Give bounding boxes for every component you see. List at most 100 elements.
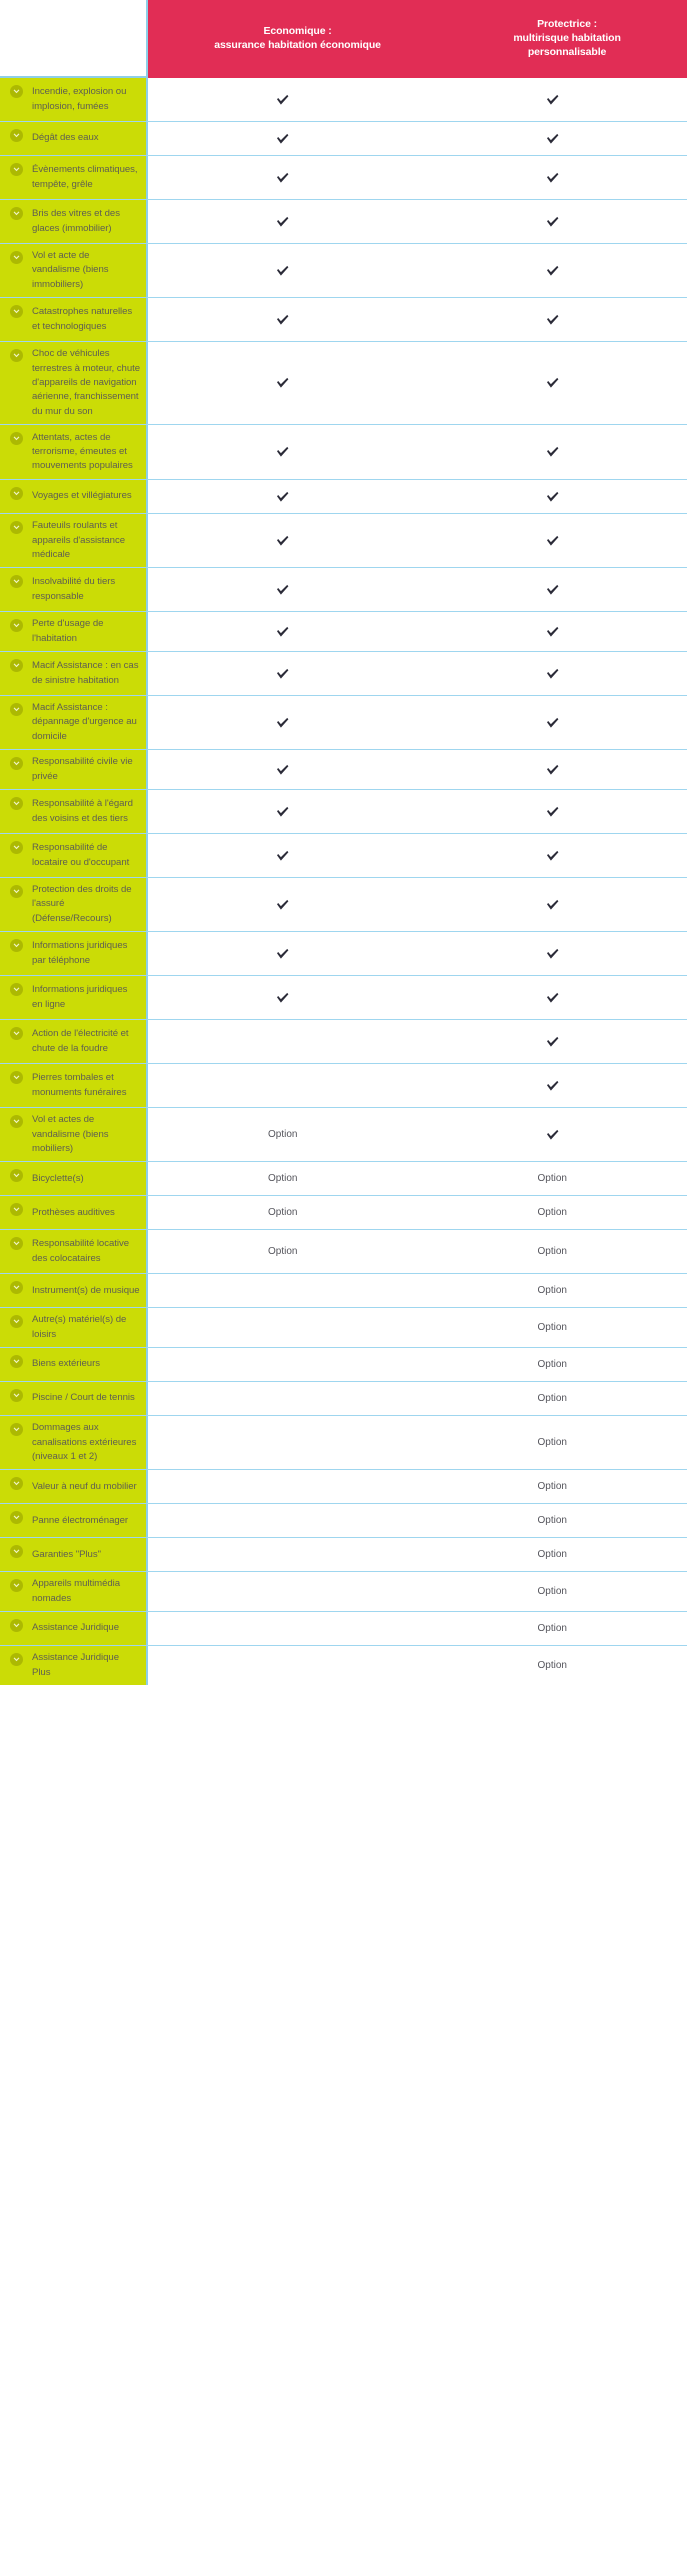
chevron-down-icon[interactable] [10,703,23,717]
guarantee-row-toggle[interactable]: Dégât des eaux [0,122,148,155]
chevron-down-icon[interactable] [10,1027,23,1041]
chevron-down-icon[interactable] [10,1579,23,1593]
guarantee-row-toggle[interactable]: Perte d'usage de l'habitation [0,612,148,652]
cell-economique [148,1470,418,1504]
option-label: Option [537,1246,567,1258]
cell-economique: Option [148,1230,418,1274]
guarantee-row-toggle[interactable]: Prothèses auditives [0,1196,148,1230]
guarantee-row-toggle[interactable]: Informations juridiques par téléphone [0,932,148,976]
table-row: Voyages et villégiatures [0,480,687,515]
cell-protectrice [417,612,687,652]
chevron-down-icon[interactable] [10,1477,23,1491]
guarantee-row-toggle[interactable]: Catastrophes naturelles et technologique… [0,298,148,342]
chevron-down-icon[interactable] [10,251,23,264]
guarantee-row-toggle[interactable]: Assistance Juridique [0,1612,148,1646]
cell-protectrice: Option [417,1196,687,1230]
chevron-down-icon[interactable] [10,1423,23,1437]
guarantee-label: Vol et acte de vandalisme (biens immobil… [32,250,109,290]
chevron-down-icon[interactable] [10,1355,23,1369]
option-label: Option [268,1207,298,1219]
guarantee-row-toggle[interactable]: Choc de véhicules terrestres à moteur, c… [0,342,148,425]
option-label: Option [537,1207,567,1219]
cell-economique [148,342,418,425]
guarantee-label: Insolvabilité du tiers responsable [32,576,116,602]
guarantee-row-toggle[interactable]: Macif Assistance : en cas de sinistre ha… [0,652,148,696]
guarantee-row-toggle[interactable]: Garanties "Plus" [0,1538,148,1572]
chevron-down-icon[interactable] [10,487,23,501]
guarantee-label: Pierres tombales et monuments funéraires [32,1072,127,1098]
check-mark-icon [546,899,559,911]
chevron-down-icon[interactable] [10,1511,23,1525]
guarantee-row-toggle[interactable]: Vol et actes de vandalisme (biens mobili… [0,1108,148,1162]
chevron-down-icon[interactable] [10,797,23,811]
chevron-down-icon[interactable] [10,85,23,98]
chevron-down-icon[interactable] [10,939,23,953]
chevron-down-icon[interactable] [10,163,23,176]
cell-protectrice [417,425,687,480]
table-row: Informations juridiques en ligne [0,976,687,1021]
guarantee-row-toggle[interactable]: Incendie, explosion ou implosion, fumées [0,78,148,121]
chevron-down-icon[interactable] [10,1071,23,1085]
guarantee-row-toggle[interactable]: Appareils multimédia nomades [0,1572,148,1612]
guarantee-row-toggle[interactable]: Évènements climatiques, tempête, grêle [0,156,148,199]
guarantee-row-toggle[interactable]: Bicyclette(s) [0,1162,148,1196]
chevron-down-icon[interactable] [10,619,23,633]
guarantee-row-toggle[interactable]: Bris des vitres et des glaces (immobilie… [0,200,148,243]
cell-economique [148,696,418,750]
guarantee-row-toggle[interactable]: Panne électroménager [0,1504,148,1538]
chevron-down-icon[interactable] [10,432,23,446]
table-row: Attentats, actes de terrorisme, émeutes … [0,425,687,481]
guarantee-row-toggle[interactable]: Responsabilité civile vie privée [0,750,148,790]
guarantee-row-toggle[interactable]: Instrument(s) de musique [0,1274,148,1308]
guarantee-row-toggle[interactable]: Voyages et villégiatures [0,480,148,514]
guarantee-row-toggle[interactable]: Protection des droits de l'assuré (Défen… [0,878,148,932]
chevron-down-icon[interactable] [10,1115,23,1129]
chevron-down-icon[interactable] [10,207,23,220]
cell-protectrice: Option [417,1646,687,1685]
guarantee-row-toggle[interactable]: Vol et acte de vandalisme (biens immobil… [0,244,148,298]
table-header-row: Economique : assurance habitation économ… [0,0,687,78]
chevron-down-icon[interactable] [10,1203,23,1217]
cell-economique [148,652,418,696]
chevron-down-icon[interactable] [10,129,23,142]
guarantee-row-toggle[interactable]: Macif Assistance : dépannage d'urgence a… [0,696,148,750]
guarantee-row-toggle[interactable]: Insolvabilité du tiers responsable [0,568,148,612]
chevron-down-icon[interactable] [10,983,23,997]
chevron-down-icon[interactable] [10,1237,23,1251]
chevron-down-icon[interactable] [10,1389,23,1403]
guarantee-row-toggle[interactable]: Valeur à neuf du mobilier [0,1470,148,1504]
guarantee-row-toggle[interactable]: Action de l'électricité et chute de la f… [0,1020,148,1064]
chevron-down-icon[interactable] [10,1653,23,1667]
guarantee-row-toggle[interactable]: Biens extérieurs [0,1348,148,1382]
chevron-down-icon[interactable] [10,1315,23,1329]
guarantee-row-toggle[interactable]: Responsabilité locative des colocataires [0,1230,148,1274]
chevron-down-icon[interactable] [10,1169,23,1183]
chevron-down-icon[interactable] [10,349,23,363]
chevron-down-icon[interactable] [10,1281,23,1295]
chevron-down-icon[interactable] [10,841,23,855]
guarantee-label: Macif Assistance : dépannage d'urgence a… [32,702,137,742]
guarantee-row-toggle[interactable]: Dommages aux canalisations extérieures (… [0,1416,148,1470]
guarantee-row-toggle[interactable]: Pierres tombales et monuments funéraires [0,1064,148,1108]
table-row: Garanties "Plus" Option [0,1538,687,1573]
chevron-down-icon[interactable] [10,1619,23,1633]
guarantee-label: Macif Assistance : en cas de sinistre ha… [32,660,139,686]
guarantee-label: Valeur à neuf du mobilier [32,1480,137,1492]
guarantee-row-toggle[interactable]: Piscine / Court de tennis [0,1382,148,1416]
guarantee-row-toggle[interactable]: Fauteuils roulants et appareils d'assist… [0,514,148,568]
guarantee-row-toggle[interactable]: Informations juridiques en ligne [0,976,148,1020]
chevron-down-icon[interactable] [10,1545,23,1559]
chevron-down-icon[interactable] [10,575,23,589]
guarantee-row-toggle[interactable]: Attentats, actes de terrorisme, émeutes … [0,425,148,480]
chevron-down-icon[interactable] [10,305,23,319]
guarantee-row-toggle[interactable]: Responsabilité à l'égard des voisins et … [0,790,148,834]
chevron-down-icon[interactable] [10,659,23,673]
guarantee-row-toggle[interactable]: Responsabilité de locataire ou d'occupan… [0,834,148,878]
chevron-down-icon[interactable] [10,521,23,535]
guarantee-row-toggle[interactable]: Autre(s) matériel(s) de loisirs [0,1308,148,1348]
chevron-down-icon[interactable] [10,757,23,771]
chevron-down-icon[interactable] [10,885,23,899]
guarantee-row-toggle[interactable]: Assistance Juridique Plus [0,1646,148,1685]
guarantee-label: Assistance Juridique Plus [32,1652,119,1678]
option-label: Option [537,1437,567,1449]
